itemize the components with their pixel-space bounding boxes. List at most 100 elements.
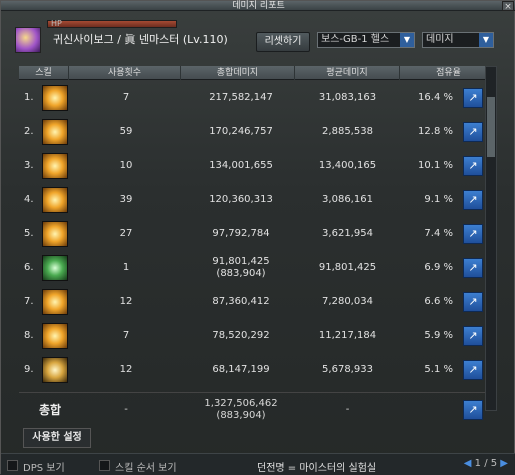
rank: 5. [24, 227, 34, 239]
table-row: 1. 7 217,582,147 31,083,163 16.4 % ↗ [19, 81, 497, 114]
uses: 12 [119, 295, 133, 307]
total-avg: - [345, 404, 350, 415]
share-button[interactable]: ↗ [463, 155, 483, 176]
table-row: 6. 1 91,801,425 (883,904) 91,801,425 6.9 … [19, 251, 497, 284]
skill-icon [42, 186, 68, 213]
close-button[interactable]: × [502, 1, 514, 12]
table-row: 4. 39 120,360,313 3,086,161 9.1 % ↗ [19, 183, 497, 216]
total-label: 총합 [39, 403, 62, 417]
uses: 7 [122, 91, 130, 103]
average-damage: 31,083,163 [318, 91, 377, 103]
col-skill: 스킬 [19, 66, 69, 80]
average-damage: 11,217,184 [318, 329, 377, 341]
tab-used-setting[interactable]: 사용한 설정 [23, 428, 91, 448]
table-row: 2. 59 170,246,757 2,885,538 12.8 % ↗ [19, 115, 497, 148]
total-damage: 120,360,313 [209, 193, 273, 205]
share-button[interactable]: ↗ [463, 291, 483, 312]
uses: 7 [122, 329, 130, 341]
share: 5.1 % [424, 363, 453, 375]
uses: 10 [119, 159, 133, 171]
total-damage: 97,792,784 [212, 227, 270, 239]
col-uses: 사용횟수 [69, 66, 181, 80]
rank: 7. [24, 295, 34, 307]
total-damage: 91,801,425 [212, 255, 270, 267]
hp-label: HP [51, 19, 62, 28]
share: 7.4 % [424, 227, 453, 239]
share-button[interactable]: ↗ [463, 223, 483, 244]
share-button[interactable]: ↗ [463, 189, 483, 210]
chevron-down-icon: ▼ [400, 33, 414, 47]
table-row: 9. 12 68,147,199 5,678,933 5.1 % ↗ [19, 353, 497, 386]
uses: 1 [122, 261, 130, 273]
character-name: 귀신사이보그 / 眞 넨마스터 (Lv.110) [53, 33, 228, 46]
share-button[interactable]: ↗ [463, 359, 483, 380]
average-damage: 7,280,034 [322, 295, 373, 307]
order-checkbox[interactable] [99, 460, 110, 471]
total-damage: 170,246,757 [209, 125, 273, 137]
uses: 27 [119, 227, 133, 239]
skill-icon [42, 288, 68, 315]
window-title: 데미지 리포트 [232, 1, 285, 11]
total-damage: 68,147,199 [212, 363, 270, 375]
share: 6.9 % [424, 261, 453, 273]
skill-icon [42, 118, 68, 145]
scrollbar[interactable] [485, 66, 497, 411]
share-button[interactable]: ↗ [463, 121, 483, 142]
boss-select-value: 보스-GB-1 헬스 [321, 34, 390, 45]
table-row: 7. 12 87,360,412 7,280,034 6.6 % ↗ [19, 285, 497, 318]
average-damage: 3,086,161 [322, 193, 373, 205]
grand-total-sub: (883,904) [216, 410, 266, 421]
average-damage: 2,885,538 [322, 125, 373, 137]
boss-select[interactable]: 보스-GB-1 헬스 ▼ [317, 32, 415, 48]
hp-bar [47, 20, 177, 28]
share: 10.1 % [418, 159, 453, 171]
average-damage: 3,621,954 [322, 227, 373, 239]
pager: ◀ 1 / 5 ▶ [464, 458, 508, 469]
reset-button[interactable]: 리셋하기 [256, 32, 310, 52]
average-damage: 13,400,165 [318, 159, 377, 171]
uses: 59 [119, 125, 133, 137]
next-page-icon[interactable]: ▶ [500, 458, 508, 469]
col-avg: 평균데미지 [295, 66, 400, 80]
table-row: 3. 10 134,001,655 13,400,165 10.1 % ↗ [19, 149, 497, 182]
uses: 12 [119, 363, 133, 375]
share: 6.6 % [424, 295, 453, 307]
rank: 1. [24, 91, 34, 103]
share: 5.9 % [424, 329, 453, 341]
total-damage: 217,582,147 [209, 91, 273, 103]
total-uses: - [124, 404, 128, 415]
report-type-value: 데미지 [426, 34, 454, 45]
total-damage-sub: (883,904) [216, 267, 266, 279]
skill-icon [42, 220, 68, 247]
share-button[interactable]: ↗ [463, 87, 483, 108]
character-avatar [15, 27, 41, 53]
report-type-select[interactable]: 데미지 ▼ [422, 32, 494, 48]
damage-report-window: 데미지 리포트 × HP 귀신사이보그 / 眞 넨마스터 (Lv.110) 리셋… [0, 0, 515, 475]
scroll-thumb[interactable] [487, 97, 495, 157]
dps-label: DPS 보기 [23, 463, 65, 474]
share-total-button[interactable]: ↗ [463, 400, 483, 420]
average-damage: 91,801,425 [318, 261, 377, 273]
order-label: 스킬 순서 보기 [115, 463, 177, 474]
skill-icon [42, 254, 68, 281]
share: 12.8 % [418, 125, 453, 137]
skill-icon [42, 322, 68, 349]
grand-total-damage: 1,327,506,462 [204, 398, 278, 409]
rank: 8. [24, 329, 34, 341]
chevron-down-icon: ▼ [479, 33, 493, 47]
share-button[interactable]: ↗ [463, 325, 483, 346]
col-total: 총합데미지 [181, 66, 295, 80]
dps-checkbox[interactable] [7, 460, 18, 471]
table-row: 5. 27 97,792,784 3,621,954 7.4 % ↗ [19, 217, 497, 250]
table-row: 8. 7 78,520,292 11,217,184 5.9 % ↗ [19, 319, 497, 352]
page-indicator: 1 / 5 [474, 458, 498, 469]
share: 16.4 % [418, 91, 453, 103]
total-row: 총합 - 1,327,506,462 (883,904) - ↗ [19, 392, 497, 426]
col-share: 점유율 [436, 68, 461, 78]
share-button[interactable]: ↗ [463, 257, 483, 278]
average-damage: 5,678,933 [322, 363, 373, 375]
total-damage: 87,360,412 [212, 295, 270, 307]
skill-icon [42, 152, 68, 179]
prev-page-icon[interactable]: ◀ [464, 458, 472, 469]
share: 9.1 % [424, 193, 453, 205]
